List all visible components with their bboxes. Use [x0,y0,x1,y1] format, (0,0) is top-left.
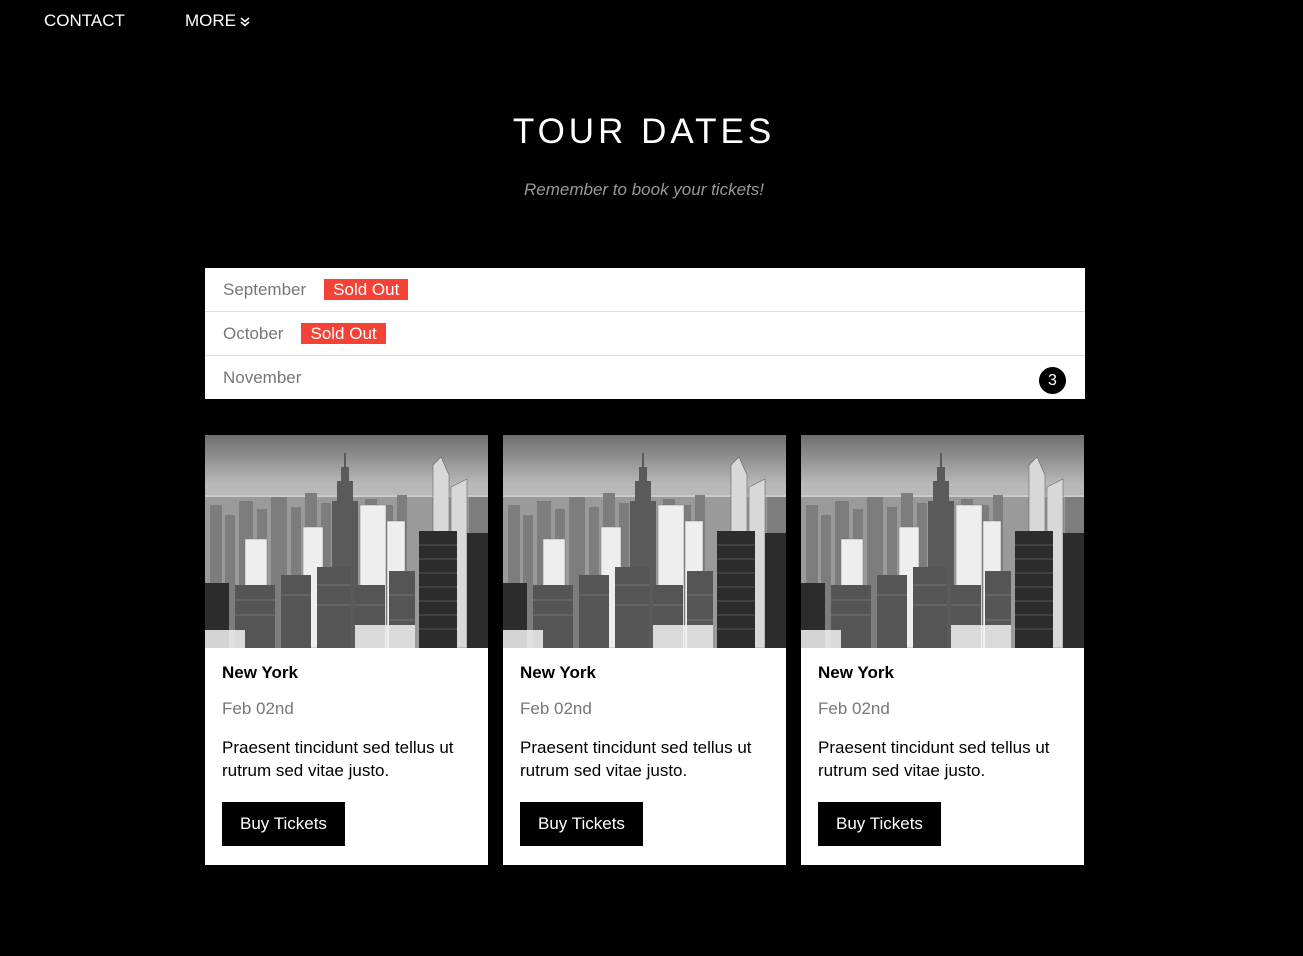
nav-contact-link[interactable]: CONTACT [44,0,125,42]
card-description: Praesent tincidunt sed tellus ut rutrum … [222,738,454,780]
card-description: Praesent tincidunt sed tellus ut rutrum … [818,738,1050,780]
nav-more-label: MORE [185,11,236,30]
count-badge: 3 [1039,367,1066,394]
city-skyline-image [801,435,1084,648]
buy-tickets-button[interactable]: Buy Tickets [222,802,345,846]
section-title: TOUR DATES [512,112,776,151]
month-list: September Sold Out October Sold Out Nove… [205,268,1085,399]
card-date: Feb 02nd [222,699,294,718]
month-item-september[interactable]: September Sold Out [205,268,1085,312]
buy-tickets-button[interactable]: Buy Tickets [520,802,643,846]
month-name: November [223,367,302,387]
sold-out-badge: Sold Out [301,323,386,344]
card-description: Praesent tincidunt sed tellus ut rutrum … [520,738,752,780]
tour-card: New York Feb 02nd Praesent tincidunt sed… [801,435,1084,865]
card-date: Feb 02nd [818,699,890,718]
card-date: Feb 02nd [520,699,592,718]
city-skyline-image [503,435,786,648]
month-name: October [223,323,284,343]
city-skyline-image [205,435,488,648]
buy-tickets-button[interactable]: Buy Tickets [818,802,941,846]
card-city: New York [520,663,596,682]
month-name: September [223,279,307,299]
month-item-november[interactable]: November 3 [205,356,1085,399]
tour-cards: New York Feb 02nd Praesent tincidunt sed… [205,435,1085,865]
sold-out-badge: Sold Out [324,279,409,300]
card-city: New York [222,663,298,682]
nav-more-dropdown[interactable]: MORE [185,0,250,42]
tour-card: New York Feb 02nd Praesent tincidunt sed… [205,435,488,865]
double-chevron-down-icon [240,17,250,27]
tour-card: New York Feb 02nd Praesent tincidunt sed… [503,435,786,865]
section-subtitle: Remember to book your tickets! [524,180,764,199]
month-item-october[interactable]: October Sold Out [205,312,1085,356]
card-city: New York [818,663,894,682]
